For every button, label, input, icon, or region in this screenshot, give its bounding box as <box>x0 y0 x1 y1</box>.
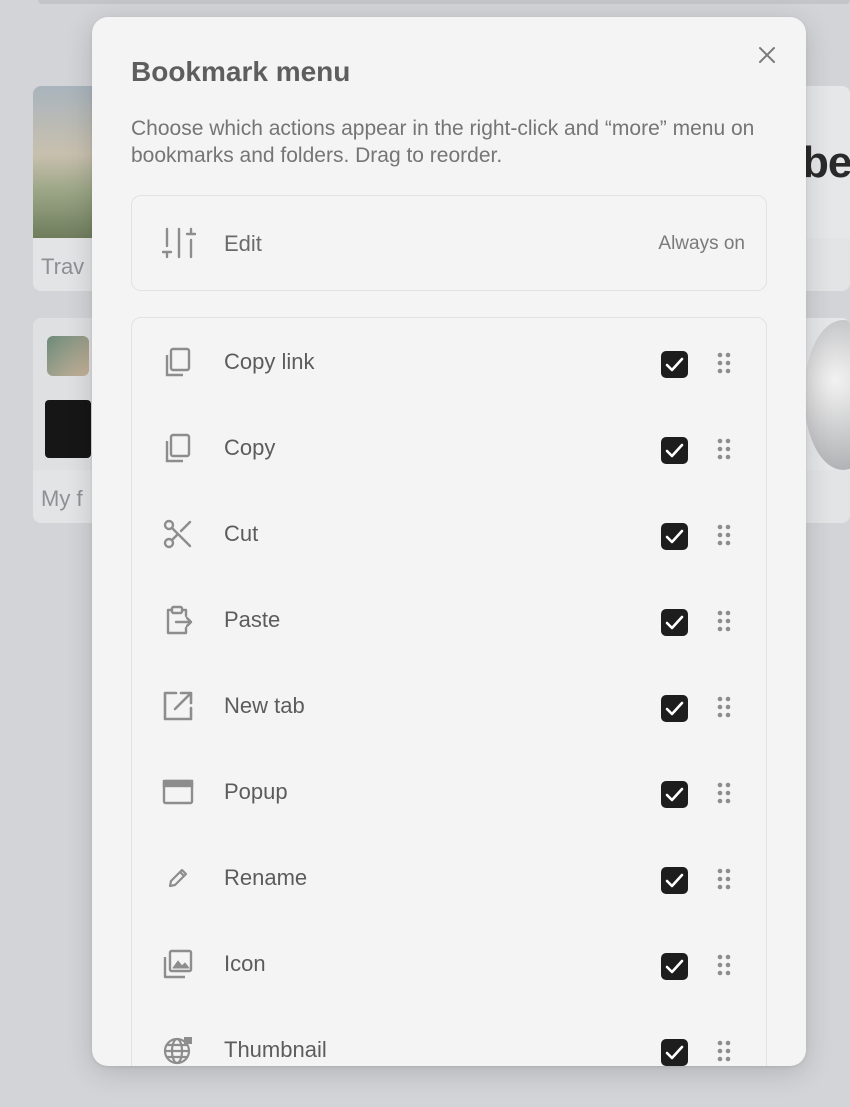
toggle-checkbox[interactable] <box>661 953 688 980</box>
bookmark-card-label: Trav <box>41 254 85 279</box>
globe-icon <box>162 1034 194 1066</box>
list-item-cut[interactable]: Cut <box>132 490 766 576</box>
toggle-checkbox[interactable] <box>661 781 688 808</box>
drag-handle[interactable] <box>717 1040 731 1062</box>
sliders-icon <box>161 226 197 260</box>
drag-handle[interactable] <box>717 610 731 632</box>
open-in-new-tab-icon <box>162 690 194 722</box>
toggle-checkbox[interactable] <box>661 1039 688 1066</box>
drag-handle[interactable] <box>717 954 731 976</box>
list-item-label: Thumbnail <box>224 1037 327 1062</box>
checkmark-icon <box>665 529 684 544</box>
list-item-popup[interactable]: Popup <box>132 748 766 834</box>
list-item-label: New tab <box>224 693 305 718</box>
checkmark-icon <box>665 701 684 716</box>
drag-handle[interactable] <box>717 868 731 890</box>
copy-icon <box>162 432 194 464</box>
drag-dots-icon <box>717 782 731 804</box>
toggle-checkbox[interactable] <box>661 867 688 894</box>
list-item-thumbnail[interactable]: Thumbnail <box>132 1006 766 1066</box>
drag-handle[interactable] <box>717 524 731 546</box>
list-item-label: Cut <box>224 521 259 546</box>
list-item-copy-link[interactable]: Copy link <box>132 318 766 404</box>
scissors-icon <box>162 518 194 550</box>
toggle-checkbox[interactable] <box>661 695 688 722</box>
toggle-checkbox[interactable] <box>661 523 688 550</box>
bookmark-menu-dialog: Bookmark menu Choose which actions appea… <box>92 17 806 1066</box>
globe-logo <box>804 320 850 470</box>
always-on-status: Always on <box>658 233 745 254</box>
dialog-description: Choose which actions appear in the right… <box>131 117 755 167</box>
checkmark-icon <box>665 1045 684 1060</box>
toggle-checkbox[interactable] <box>661 609 688 636</box>
list-item-label: Popup <box>224 779 288 804</box>
list-item-label: Icon <box>224 951 266 976</box>
bookmark-card-label: My f <box>41 486 83 511</box>
bookmark-logo-text: be <box>802 138 850 187</box>
dialog-title: Bookmark menu <box>131 56 351 87</box>
toggle-checkbox[interactable] <box>661 437 688 464</box>
list-item-copy[interactable]: Copy <box>132 404 766 490</box>
action-list-panel: Copy link Copy Cut Paste New tab Popup R… <box>131 317 767 1066</box>
drag-handle[interactable] <box>717 782 731 804</box>
drag-dots-icon <box>717 610 731 632</box>
pencil-icon <box>162 862 194 894</box>
list-item-paste[interactable]: Paste <box>132 576 766 662</box>
drag-dots-icon <box>717 868 731 890</box>
drag-handle[interactable] <box>717 696 731 718</box>
drag-handle[interactable] <box>717 352 731 374</box>
list-item-icon[interactable]: Icon <box>132 920 766 1006</box>
checkmark-icon <box>665 615 684 630</box>
list-item-label: Rename <box>224 865 308 890</box>
popup-window-icon <box>162 776 194 808</box>
background-topbar <box>38 0 850 4</box>
close-button[interactable] <box>756 44 778 66</box>
close-icon <box>759 47 775 63</box>
image-stack-icon <box>162 948 194 980</box>
checkmark-icon <box>665 959 684 974</box>
fixed-action-panel: Edit Always on <box>131 195 767 291</box>
drag-dots-icon <box>717 954 731 976</box>
drag-dots-icon <box>717 524 731 546</box>
list-item-label: Copy <box>224 435 276 460</box>
list-item-label: Copy link <box>224 349 315 374</box>
checkmark-icon <box>665 873 684 888</box>
fixed-action-label: Edit <box>224 231 262 256</box>
checkmark-icon <box>665 787 684 802</box>
paste-icon <box>162 604 194 636</box>
checkmark-icon <box>665 443 684 458</box>
drag-dots-icon <box>717 438 731 460</box>
list-item-rename[interactable]: Rename <box>132 834 766 920</box>
checkmark-icon <box>665 357 684 372</box>
drag-handle[interactable] <box>717 438 731 460</box>
drag-dots-icon <box>717 1040 731 1062</box>
toggle-checkbox[interactable] <box>661 351 688 378</box>
list-item-label: Paste <box>224 607 281 632</box>
list-item-new-tab[interactable]: New tab <box>132 662 766 748</box>
drag-dots-icon <box>717 352 731 374</box>
copy-link-icon <box>162 346 194 378</box>
drag-dots-icon <box>717 696 731 718</box>
